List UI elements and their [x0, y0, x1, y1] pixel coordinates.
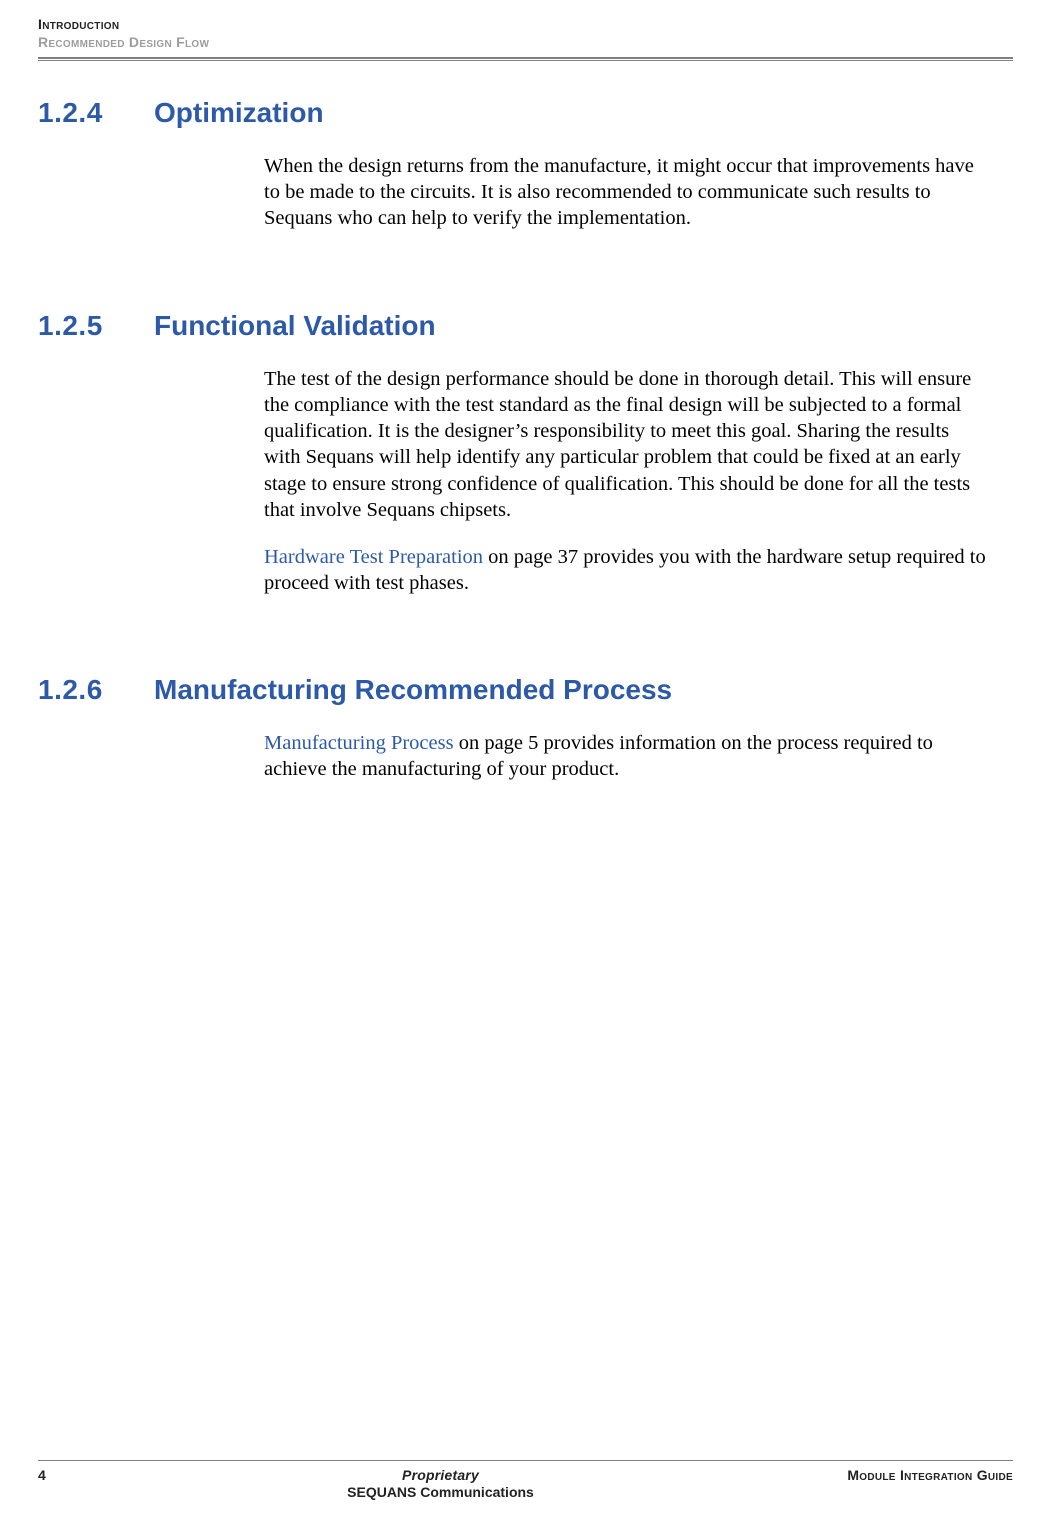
footer-page-number: 4 [38, 1467, 98, 1483]
page: Introduction Recommended Design Flow 1.2… [0, 0, 1051, 1524]
footer-row: 4 Proprietary SEQUANS Communications Mod… [38, 1467, 1013, 1500]
page-footer: 4 Proprietary SEQUANS Communications Mod… [38, 1460, 1013, 1500]
link-manufacturing-process[interactable]: Manufacturing Process [264, 732, 454, 754]
heading-title: Manufacturing Recommended Process [154, 674, 672, 706]
link-hardware-test-preparation[interactable]: Hardware Test Preparation [264, 546, 483, 568]
body-1-2-6: Manufacturing Process on page 5 provides… [264, 730, 987, 782]
section-1-2-6: 1.2.6 Manufacturing Recommended Process … [38, 674, 1013, 782]
section-1-2-4: 1.2.4 Optimization When the design retur… [38, 97, 1013, 232]
footer-company: SEQUANS Communications [98, 1484, 783, 1500]
paragraph: Manufacturing Process on page 5 provides… [264, 730, 987, 782]
running-head-chapter: Introduction [38, 16, 1013, 34]
heading-title: Optimization [154, 97, 324, 129]
section-1-2-5: 1.2.5 Functional Validation The test of … [38, 310, 1013, 596]
heading-number: 1.2.4 [38, 97, 154, 129]
heading-number: 1.2.5 [38, 310, 154, 342]
paragraph: The test of the design performance shoul… [264, 366, 987, 523]
body-1-2-4: When the design returns from the manufac… [264, 153, 987, 232]
paragraph: Hardware Test Preparation on page 37 pro… [264, 544, 987, 596]
content-area: 1.2.4 Optimization When the design retur… [38, 61, 1013, 783]
footer-proprietary: Proprietary [402, 1467, 479, 1483]
heading-1-2-5: 1.2.5 Functional Validation [38, 310, 1013, 342]
heading-number: 1.2.6 [38, 674, 154, 706]
footer-rule [38, 1460, 1013, 1461]
running-head-section: Recommended Design Flow [38, 34, 1013, 52]
paragraph: When the design returns from the manufac… [264, 153, 987, 232]
heading-1-2-4: 1.2.4 Optimization [38, 97, 1013, 129]
footer-doc-title: Module Integration Guide [783, 1467, 1013, 1483]
footer-center: Proprietary SEQUANS Communications [98, 1467, 783, 1500]
header-rule-thick [38, 57, 1013, 59]
heading-1-2-6: 1.2.6 Manufacturing Recommended Process [38, 674, 1013, 706]
body-1-2-5: The test of the design performance shoul… [264, 366, 987, 596]
running-head: Introduction Recommended Design Flow [38, 16, 1013, 51]
heading-title: Functional Validation [154, 310, 436, 342]
